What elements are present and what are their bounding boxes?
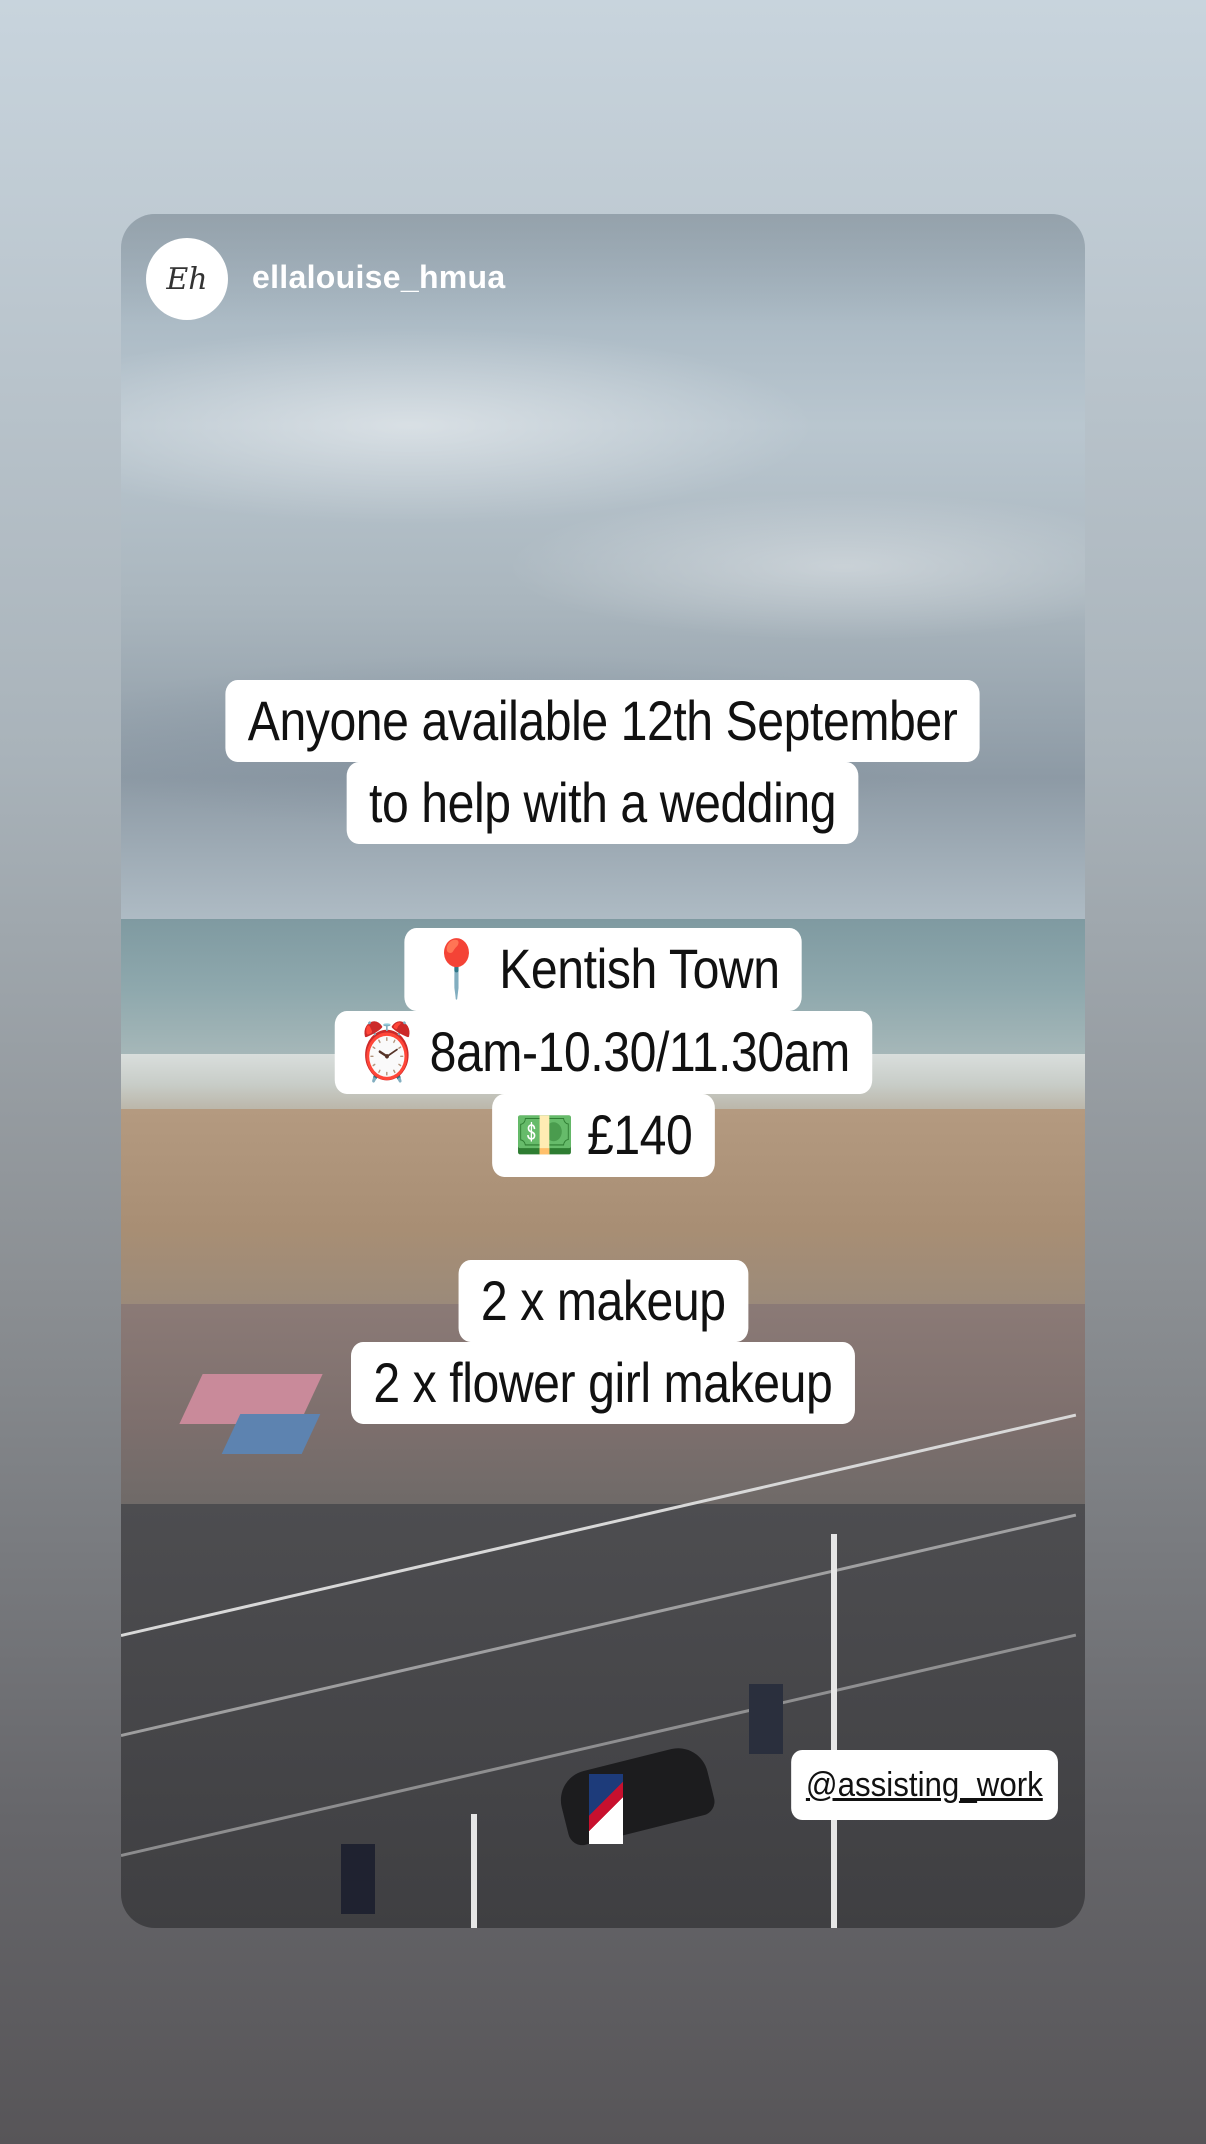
caption-line: 2 x makeup: [458, 1260, 748, 1342]
caption-line: Anyone available 12th September: [225, 680, 981, 762]
alarm-clock-icon: ⏰: [356, 1020, 417, 1085]
username[interactable]: ellalouise_hmua: [252, 259, 505, 296]
pin-icon: 📍: [426, 937, 487, 1002]
roles-caption: 2 x makeup 2 x flower girl makeup: [121, 1260, 1085, 1424]
money-icon: 💵: [514, 1103, 574, 1168]
time-line: ⏰ 8am-10.30/11.30am: [334, 1011, 872, 1094]
lamp-post: [831, 1534, 837, 1928]
pay-text: £140: [586, 1103, 693, 1166]
story-header: Eh ellalouise_hmua: [121, 214, 1085, 324]
location-text: Kentish Town: [499, 937, 780, 1000]
road: [121, 1504, 1085, 1928]
caption-line: to help with a wedding: [347, 762, 859, 844]
headline-caption: Anyone available 12th September to help …: [121, 680, 1085, 844]
avatar-logo-initials: Eh: [166, 261, 208, 297]
dark-flag: [341, 1844, 375, 1914]
avatar[interactable]: Eh: [146, 238, 228, 320]
story-card[interactable]: Eh ellalouise_hmua Anyone available 12th…: [121, 214, 1085, 1928]
lamp-post: [471, 1814, 477, 1928]
pay-line: 💵 £140: [491, 1094, 715, 1177]
mention-tag[interactable]: @assisting_work: [790, 1750, 1057, 1820]
dark-flag: [749, 1684, 783, 1754]
details-caption: 📍 Kentish Town ⏰ 8am-10.30/11.30am 💵 £14…: [121, 928, 1085, 1177]
union-flag: [589, 1774, 623, 1844]
location-line: 📍 Kentish Town: [404, 928, 802, 1011]
caption-line: 2 x flower girl makeup: [351, 1342, 855, 1424]
time-text: 8am-10.30/11.30am: [429, 1020, 850, 1083]
